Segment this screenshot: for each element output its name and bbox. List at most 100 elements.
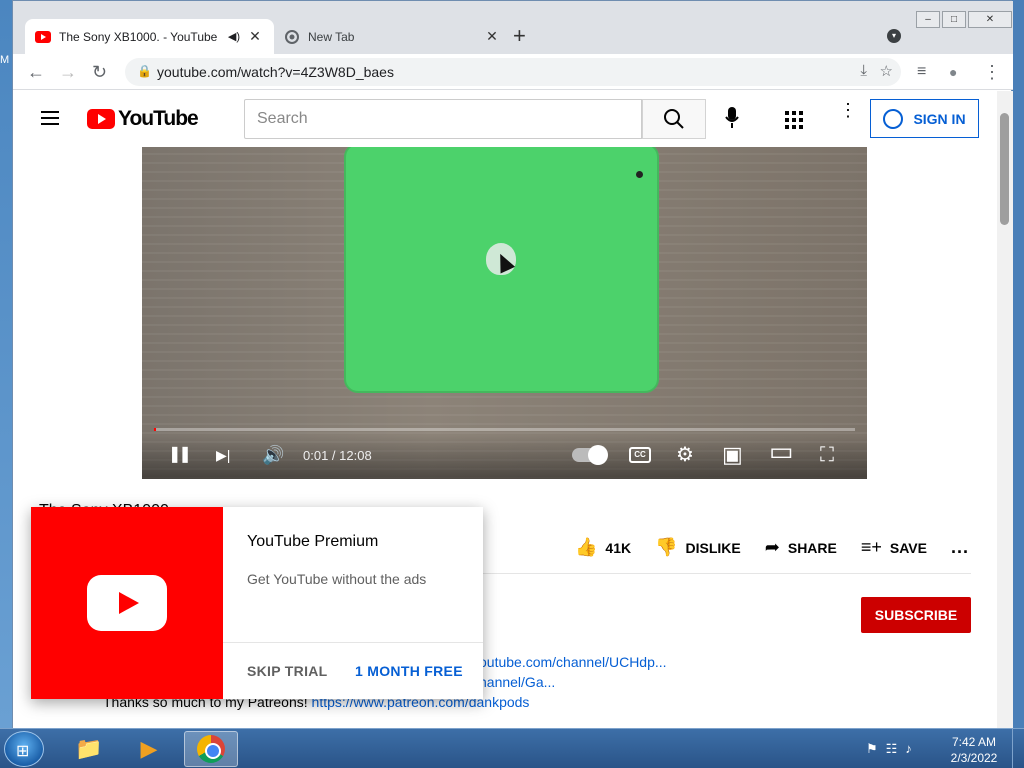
- address-bar[interactable]: 🔒 youtube.com/watch?v=4Z3W8D_baes ⤓ ☆: [125, 58, 901, 86]
- save-button[interactable]: ≡+ SAVE: [861, 537, 927, 558]
- tab-strip: The Sony XB1000. - YouTube ◀) ✕ New Tab …: [13, 1, 1013, 54]
- profile-icon[interactable]: ●: [949, 62, 957, 82]
- new-tab-button[interactable]: +: [513, 25, 526, 47]
- description-link[interactable]: outube.com/channel/UCHdp...: [479, 654, 667, 670]
- lock-icon[interactable]: 🔒: [137, 64, 152, 78]
- playlist-add-icon: ≡+: [860, 537, 882, 557]
- scrollbar-thumb[interactable]: [1000, 113, 1009, 225]
- windows-logo-icon: ⊞: [16, 743, 30, 760]
- volume-tray-icon[interactable]: ♪: [905, 741, 912, 757]
- taskbar-clock[interactable]: 7:42 AM 2/3/2022: [946, 734, 1002, 766]
- reload-icon[interactable]: ↻: [92, 62, 107, 82]
- install-icon[interactable]: ⤓: [860, 62, 867, 79]
- settings-more-icon[interactable]: ⋮: [839, 101, 857, 119]
- tab-audio-icon[interactable]: ◀): [228, 30, 240, 43]
- mic-icon[interactable]: [725, 107, 739, 134]
- youtube-page: YouTube Search ⋮ SIGN IN ❚❚ ▶| 🔊 0:01 / …: [13, 91, 997, 728]
- search-icon: [664, 109, 684, 129]
- promo-title: YouTube Premium: [247, 533, 379, 550]
- thumbs-down-icon: 👎: [655, 537, 678, 557]
- taskbar-chrome[interactable]: [184, 731, 238, 767]
- premium-promo-dialog: YouTube Premium Get YouTube without the …: [31, 507, 483, 699]
- pause-icon[interactable]: ❚❚: [168, 445, 192, 465]
- user-avatar-icon: [883, 108, 904, 129]
- month-free-button[interactable]: 1 MONTH FREE: [355, 663, 463, 679]
- skip-trial-button[interactable]: SKIP TRIAL: [247, 663, 328, 679]
- page-scrollbar[interactable]: [997, 91, 1013, 728]
- apps-grid-icon[interactable]: [785, 111, 803, 129]
- chrome-favicon-icon: [284, 29, 300, 45]
- divider: [223, 642, 483, 643]
- window-controls: – □ ✕: [916, 11, 1012, 28]
- network-icon[interactable]: ☷: [886, 741, 898, 757]
- chrome-menu-icon[interactable]: ⋮: [983, 62, 1001, 82]
- search-button[interactable]: [642, 99, 706, 139]
- save-label: SAVE: [889, 539, 927, 556]
- taskbar-media-player[interactable]: ▶: [122, 731, 176, 767]
- next-icon[interactable]: ▶|: [216, 445, 230, 465]
- tab-search-icon[interactable]: ▾: [887, 29, 901, 43]
- start-button[interactable]: ⊞: [4, 731, 44, 767]
- close-window-button[interactable]: ✕: [968, 11, 1012, 28]
- dislike-label: DISLIKE: [685, 539, 741, 556]
- youtube-logo[interactable]: YouTube: [87, 107, 199, 131]
- player-controls: ❚❚ ▶| 🔊 0:01 / 12:08 CC ⚙ ▣ ▭ ⛶: [142, 435, 867, 479]
- thumbs-up-icon: 👍: [575, 537, 598, 557]
- share-button[interactable]: ➦ SHARE: [765, 537, 837, 558]
- theater-mode-icon[interactable]: ▭: [769, 438, 794, 464]
- captions-icon[interactable]: CC: [629, 447, 651, 463]
- promo-subtitle: Get YouTube without the ads: [247, 571, 427, 587]
- youtube-logo-text: YouTube: [118, 107, 199, 130]
- youtube-favicon-icon: [35, 29, 51, 45]
- video-actions: 👍 41K 👎 DISLIKE ➦ SHARE ≡+ SAVE ...: [575, 537, 969, 558]
- description-link[interactable]: hannel/Ga...: [479, 674, 555, 690]
- maximize-button[interactable]: □: [942, 11, 966, 28]
- sign-in-label: SIGN IN: [913, 110, 966, 127]
- action-center-flag-icon[interactable]: ⚑: [866, 741, 878, 757]
- settings-gear-icon[interactable]: ⚙: [676, 445, 694, 465]
- like-count: 41K: [605, 539, 632, 556]
- url-text[interactable]: youtube.com/watch?v=4Z3W8D_baes: [157, 64, 394, 80]
- forward-icon[interactable]: →: [59, 62, 77, 82]
- youtube-logo-icon: [87, 109, 115, 129]
- share-label: SHARE: [787, 539, 837, 556]
- windows-taskbar: ⊞ 📁 ▶ ⚑ ☷ ♪ 7:42 AM 2/3/2022: [0, 728, 1024, 768]
- autoplay-toggle[interactable]: [572, 445, 608, 465]
- tab-title: The Sony XB1000. - YouTube: [59, 29, 218, 44]
- media-player-icon: ▶: [140, 736, 158, 761]
- miniplayer-icon[interactable]: ▣: [722, 444, 743, 466]
- video-progress-bar[interactable]: [154, 428, 855, 431]
- video-player[interactable]: ❚❚ ▶| 🔊 0:01 / 12:08 CC ⚙ ▣ ▭ ⛶: [142, 147, 867, 479]
- share-icon: ➦: [764, 537, 780, 557]
- more-actions-icon[interactable]: ...: [951, 537, 969, 558]
- tab-youtube[interactable]: The Sony XB1000. - YouTube ◀) ✕: [25, 19, 274, 54]
- volume-icon[interactable]: 🔊: [262, 445, 284, 465]
- browser-toolbar: ← → ↻ 🔒 youtube.com/watch?v=4Z3W8D_baes …: [13, 54, 1013, 90]
- chrome-icon: [197, 735, 225, 763]
- video-time: 0:01 / 12:08: [303, 448, 372, 463]
- fullscreen-icon[interactable]: ⛶: [820, 445, 834, 465]
- youtube-play-icon: [87, 575, 167, 631]
- tab-close-icon[interactable]: ✕: [246, 28, 264, 45]
- tab-new-tab[interactable]: New Tab ✕: [274, 19, 511, 54]
- media-control-icon[interactable]: ≡: [917, 62, 926, 82]
- subscribe-button[interactable]: SUBSCRIBE: [861, 597, 971, 633]
- tab-close-icon[interactable]: ✕: [483, 28, 501, 45]
- back-icon[interactable]: ←: [27, 62, 45, 82]
- sign-in-button[interactable]: SIGN IN: [870, 99, 979, 138]
- like-button[interactable]: 👍 41K: [575, 537, 631, 558]
- video-frame-ipad: [344, 147, 659, 393]
- show-desktop-button[interactable]: [1012, 729, 1024, 768]
- search-input[interactable]: Search: [244, 99, 642, 139]
- youtube-header: YouTube Search ⋮ SIGN IN: [13, 91, 997, 147]
- clock-time: 7:42 AM: [951, 735, 997, 749]
- system-tray: ⚑ ☷ ♪: [866, 741, 912, 757]
- dislike-button[interactable]: 👎 DISLIKE: [655, 537, 741, 558]
- minimize-button[interactable]: –: [916, 11, 940, 28]
- bookmark-star-icon[interactable]: ☆: [880, 62, 893, 80]
- tab-title: New Tab: [308, 29, 355, 44]
- taskbar-explorer[interactable]: 📁: [62, 731, 116, 767]
- clock-date: 2/3/2022: [950, 751, 998, 765]
- promo-banner: [31, 507, 223, 699]
- hamburger-menu-icon[interactable]: [41, 111, 59, 125]
